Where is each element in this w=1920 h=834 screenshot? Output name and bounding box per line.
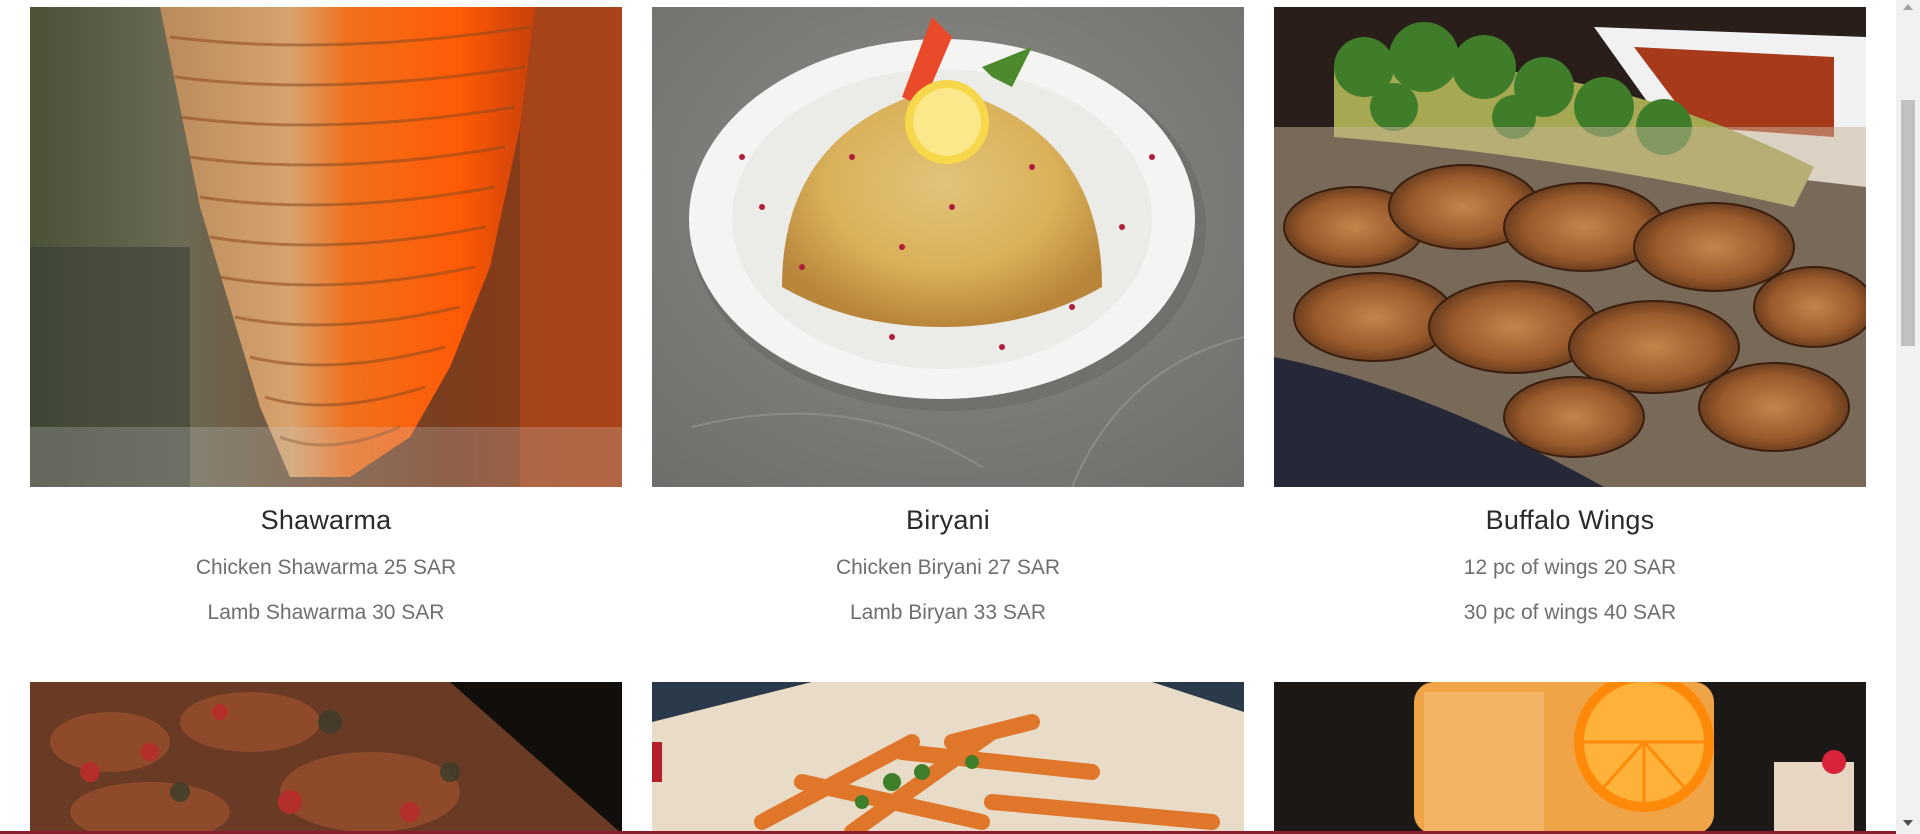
menu-card-biryani: Biryani Chicken Biryani 27 SAR Lamb Biry… — [652, 7, 1244, 625]
menu-card-buffalo-wings: Buffalo Wings 12 pc of wings 20 SAR 30 p… — [1274, 7, 1866, 625]
pizza-photo — [30, 682, 622, 834]
price-line: 30 pc of wings 40 SAR — [1463, 601, 1677, 624]
price-line: Lamb Biryan 33 SAR — [849, 601, 1047, 624]
price-line: Chicken Biryani 27 SAR — [835, 556, 1061, 579]
wings-photo — [1274, 7, 1866, 487]
item-title: Biryani — [906, 505, 990, 535]
scroll-down-arrow-icon[interactable] — [1903, 820, 1913, 826]
price-line: Lamb Shawarma 30 SAR — [207, 601, 445, 624]
vertical-scrollbar[interactable] — [1896, 0, 1920, 834]
scroll-thumb[interactable] — [1901, 100, 1915, 346]
menu-card-shawarma: Shawarma Chicken Shawarma 25 SAR Lamb Sh… — [30, 7, 622, 625]
scroll-up-arrow-icon[interactable] — [1903, 4, 1913, 10]
item-title: Buffalo Wings — [1485, 505, 1655, 535]
price-line: Chicken Shawarma 25 SAR — [195, 556, 457, 579]
menu-card-fries — [652, 682, 1244, 834]
fries-photo — [652, 682, 1244, 834]
menu-grid: Shawarma Chicken Shawarma 25 SAR Lamb Sh… — [0, 0, 1896, 834]
menu-card-pizza — [30, 682, 622, 834]
item-title: Shawarma — [260, 505, 392, 535]
biryani-photo — [652, 7, 1244, 487]
orange-drink-photo — [1274, 682, 1866, 834]
price-line: 12 pc of wings 20 SAR — [1463, 556, 1677, 579]
menu-card-orange-drink — [1274, 682, 1866, 834]
shawarma-photo — [30, 7, 622, 487]
